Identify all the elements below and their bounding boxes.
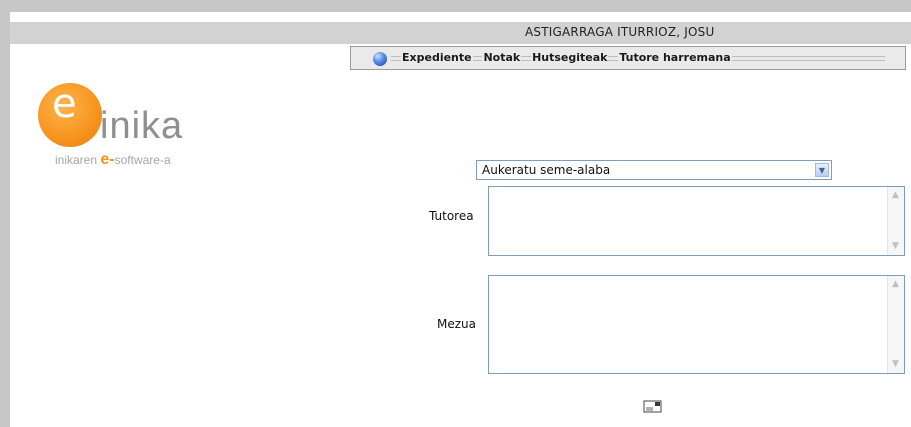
scroll-down-icon[interactable]: ▼ [890,241,901,252]
globe-icon [373,52,387,66]
tutor-label: Tutorea [429,209,474,223]
child-select[interactable]: Aukeratu seme-alaba ▼ [476,160,832,180]
chevron-down-icon[interactable]: ▼ [815,163,829,177]
inika-logo: e inika inikaren e-software-a [38,81,218,183]
user-name: ASTIGARRAGA ITURRIOZ, JOSU [525,25,715,39]
message-label: Mezua [437,317,476,331]
menu-item-tutore-harremana[interactable]: Tutore harremana [618,51,732,64]
menu-item-hutsegiteak[interactable]: Hutsegiteak [531,51,609,64]
tutor-textarea[interactable]: ▲ ▼ [488,186,905,256]
message-textarea[interactable]: ▲ ▼ [488,275,905,374]
logo-tag-prefix: inikaren [55,153,101,167]
user-bar: ASTIGARRAGA ITURRIOZ, JOSU [10,22,911,44]
logo-letter: e [52,81,77,127]
logo-tag-suffix: software-a [114,153,171,167]
menu-item-notak[interactable]: Notak [482,51,522,64]
send-message-icon[interactable] [643,398,663,413]
logo-tag-letter: e- [100,151,115,168]
tutor-scrollbar[interactable]: ▲ ▼ [887,187,904,255]
scroll-down-icon[interactable]: ▼ [890,359,901,370]
logo-wordmark: inika [100,105,184,147]
top-frame-bar [0,0,911,12]
menu-item-expediente[interactable]: Expediente [401,51,473,64]
left-frame-rail [0,12,10,427]
main-menu: Expediente Notak Hutsegiteak Tutore harr… [350,46,906,70]
logo-tagline: inikaren e-software-a [55,151,171,169]
envelope-icon [643,400,662,413]
child-select-value: Aukeratu seme-alaba [482,163,611,177]
message-scrollbar[interactable]: ▲ ▼ [887,276,904,373]
scroll-up-icon[interactable]: ▲ [890,190,901,201]
logo-circle: e [38,81,102,147]
menu-items: Expediente Notak Hutsegiteak Tutore harr… [401,51,738,64]
scroll-up-icon[interactable]: ▲ [890,279,901,290]
